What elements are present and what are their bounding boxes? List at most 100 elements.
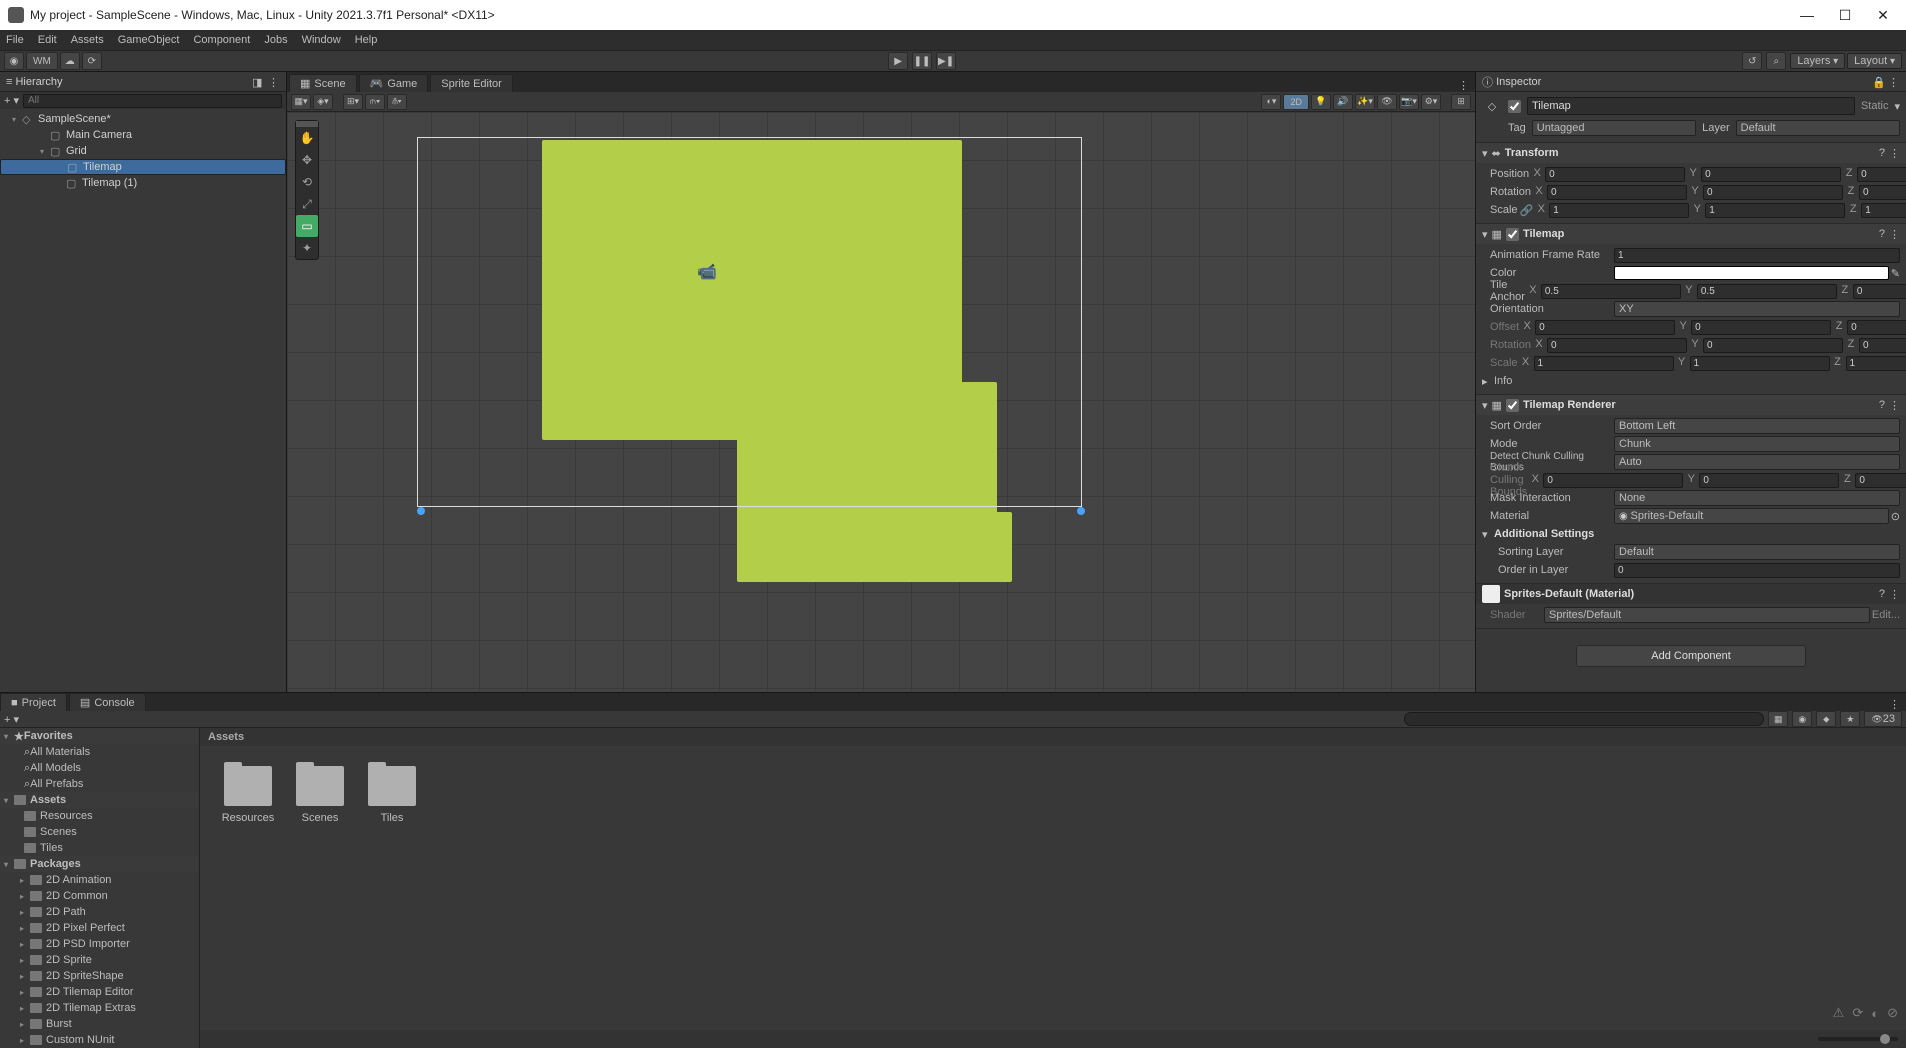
help-icon[interactable]: ? [1879,399,1885,411]
pause-button[interactable]: ❚❚ [912,52,932,70]
package-item[interactable]: ▸Custom NUnit [0,1032,199,1048]
scl-x[interactable] [1549,203,1689,218]
package-item[interactable]: ▸2D Animation [0,872,199,888]
tool-snap[interactable]: ⫙▾ [365,94,385,110]
add-component-button[interactable]: Add Component [1576,645,1806,667]
filter2-button[interactable]: ◉ [1792,711,1812,727]
rot-y[interactable] [1703,185,1843,200]
anim-rate-field[interactable] [1614,248,1900,263]
favorites-header[interactable]: ▾★ Favorites [0,728,199,744]
link-scale-icon[interactable]: 🔗 [1520,204,1534,217]
status-icon[interactable]: ⚠ [1833,1005,1845,1021]
hierarchy-header[interactable]: ≡ Hierarchy ◨ ⋮ [0,72,286,92]
camera-gizmo-icon[interactable]: 📹 [697,262,717,282]
anc-z[interactable] [1853,284,1906,299]
tool-grid[interactable]: ⊞▾ [343,94,363,110]
rot-z[interactable] [1859,185,1906,200]
step-button[interactable]: ▶❚ [936,52,956,70]
play-button[interactable]: ▶ [888,52,908,70]
project-breadcrumb[interactable]: Assets [200,728,1906,746]
lighting-toggle[interactable]: 💡 [1311,94,1331,110]
pos-y[interactable] [1701,167,1841,182]
wm-button[interactable]: WM [26,52,58,70]
help-icon[interactable]: ? [1879,147,1885,159]
assets-header[interactable]: ▾Assets [0,792,199,808]
layout-dropdown[interactable]: Layout ▾ [1847,53,1902,69]
menu-file[interactable]: File [6,34,24,46]
orientation-dropdown[interactable]: XY [1614,301,1900,317]
package-item[interactable]: ▸2D Pixel Perfect [0,920,199,936]
gizmo-toggle[interactable]: ⚙▾ [1421,94,1441,110]
version-button[interactable]: ⟳ [82,52,102,70]
filter-button[interactable]: ▦ [1768,711,1788,727]
filter3-button[interactable]: ⬥ [1816,711,1836,727]
menu-window[interactable]: Window [302,34,341,46]
search-button[interactable]: ⌕ [1766,52,1786,70]
tilemap-enabled[interactable] [1506,228,1519,241]
menu-edit[interactable]: Edit [38,34,57,46]
thumbnail-slider[interactable] [1818,1037,1898,1041]
status-icon[interactable]: ⟳ [1852,1005,1863,1021]
asset-folder[interactable]: Scenes [0,824,199,840]
anc-x[interactable] [1541,284,1681,299]
scl-z[interactable] [1861,203,1906,218]
bound-handle[interactable] [1077,507,1085,515]
static-dropdown[interactable]: ▾ [1894,100,1900,113]
move-tool[interactable]: ✥ [296,149,318,171]
rotate-tool[interactable]: ⟲ [296,171,318,193]
color-field[interactable] [1614,266,1889,280]
camera-toggle[interactable]: 📷▾ [1399,94,1419,110]
tag-dropdown[interactable]: Untagged [1532,120,1696,136]
fx-toggle[interactable]: ✨▾ [1355,94,1375,110]
packages-header[interactable]: ▾Packages [0,856,199,872]
scene-viewport[interactable]: 📹 ✋ ✥ ⟲ ⤢ ▭ ✦ [287,112,1475,692]
context-icon[interactable]: ⋮ [1888,76,1900,88]
scl-y[interactable] [1705,203,1845,218]
scale-tool[interactable]: ⤢ [296,193,318,215]
menu-gameobject[interactable]: GameObject [118,34,180,46]
picker-icon[interactable]: ⊙ [1891,510,1900,523]
context-icon[interactable]: ⋮ [268,76,280,88]
gizmos-button[interactable]: ⊞ [1451,94,1471,110]
material-header[interactable]: Sprites-Default (Material) ?⋮ [1476,584,1906,604]
menu-help[interactable]: Help [355,34,378,46]
renderer-header[interactable]: ▾▦ Tilemap Renderer ?⋮ [1476,395,1906,415]
hidden-count[interactable]: 👁23 [1864,711,1902,727]
package-item[interactable]: ▸2D Tilemap Extras [0,1000,199,1016]
cloud-button[interactable]: ☁ [60,52,80,70]
transform-header[interactable]: ▾⬌ Transform ?⋮ [1476,143,1906,163]
pos-z[interactable] [1857,167,1906,182]
tab-game[interactable]: 🎮Game [359,74,429,92]
fav-item[interactable]: ⌕ All Prefabs [0,776,199,792]
close-button[interactable]: ✕ [1876,8,1890,22]
package-item[interactable]: ▸2D SpriteShape [0,968,199,984]
mask-dropdown[interactable]: None [1614,490,1900,506]
help-icon[interactable]: ? [1879,228,1885,240]
create-asset-button[interactable]: + ▾ [4,713,19,726]
shader-dropdown[interactable]: Sprites/Default [1544,607,1870,623]
minimize-button[interactable]: — [1800,8,1814,22]
order-field[interactable] [1614,563,1900,578]
help-icon[interactable]: ? [1879,588,1885,600]
picker-icon[interactable]: ✎ [1891,267,1900,280]
tab-sprite-editor[interactable]: Sprite Editor [430,74,513,92]
folder-item[interactable]: Resources [220,766,276,824]
pos-x[interactable] [1545,167,1685,182]
bound-handle[interactable] [417,507,425,515]
edit-shader-button[interactable]: Edit... [1872,609,1900,621]
sortlayer-dropdown[interactable]: Default [1614,544,1900,560]
account-button[interactable]: ◉ [4,52,24,70]
mode-dropdown[interactable]: Chunk [1614,436,1900,452]
hierarchy-item-tilemap[interactable]: ▢Tilemap [0,159,286,175]
package-item[interactable]: ▸2D Path [0,904,199,920]
rot-x[interactable] [1547,185,1687,200]
layers-dropdown[interactable]: Layers ▾ [1790,53,1845,69]
context-icon[interactable]: ⋮ [1889,588,1900,601]
transform-tool[interactable]: ✦ [296,237,318,259]
tab-project[interactable]: ■Project [0,693,67,711]
context-icon[interactable]: ⋮ [1889,147,1900,160]
project-search[interactable] [1404,712,1764,726]
tool-centerpivot[interactable]: ▦▾ [291,94,311,110]
package-item[interactable]: ▸2D PSD Importer [0,936,199,952]
draw-mode[interactable]: ◐▾ [1261,94,1281,110]
